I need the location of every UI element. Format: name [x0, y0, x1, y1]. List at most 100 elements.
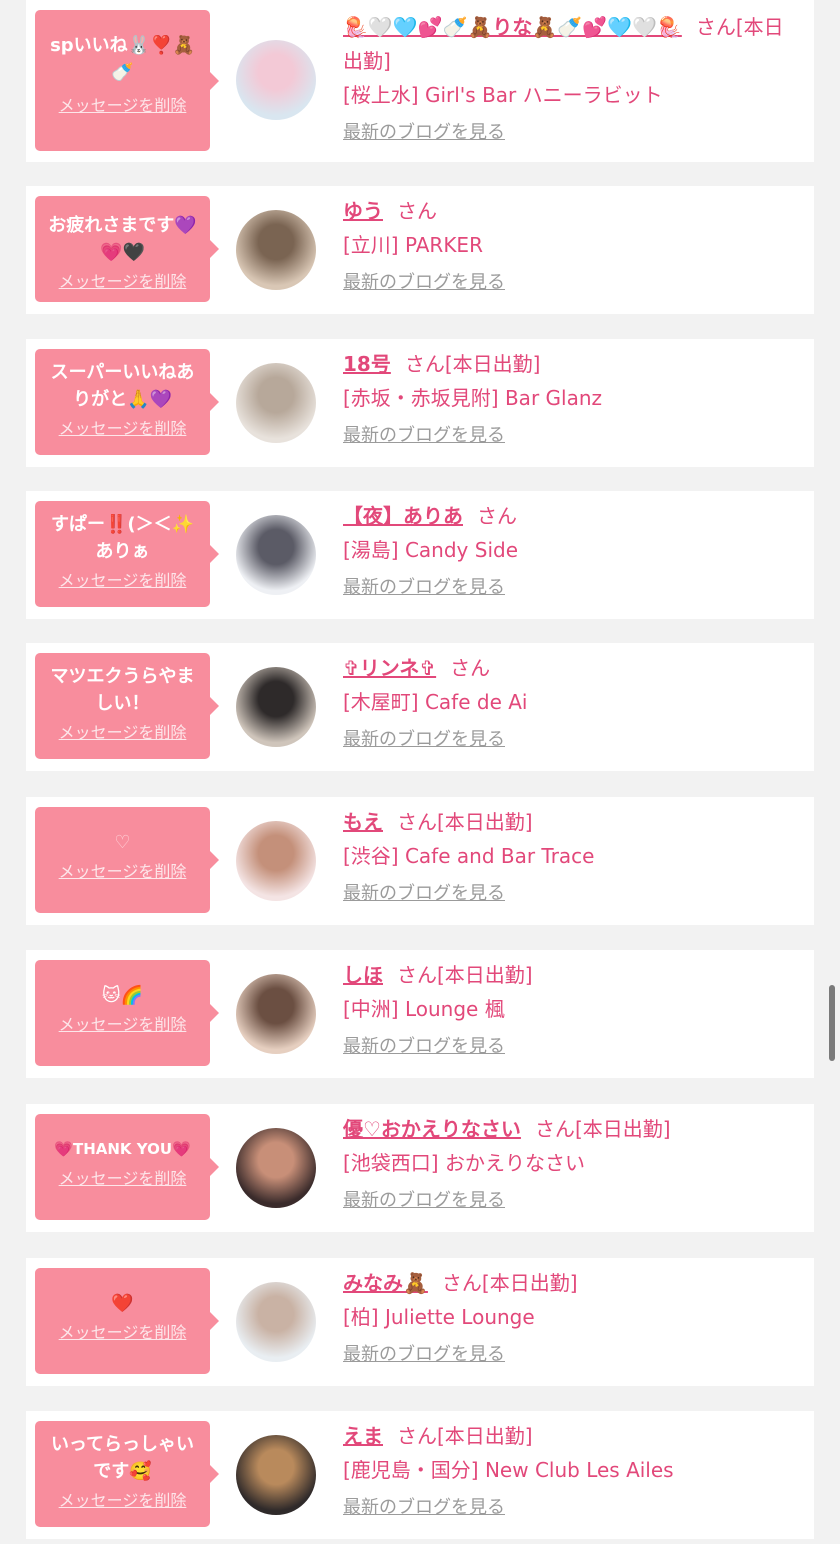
- cast-name-link[interactable]: 🪼🤍🩵💕🍼🧸りな🧸🍼💕🩵🤍🪼: [343, 15, 682, 39]
- message-bubble: ❤️ メッセージを削除: [35, 1268, 219, 1374]
- name-line: 🪼🤍🩵💕🍼🧸りな🧸🍼💕🩵🤍🪼 さん[本日出勤]: [343, 10, 802, 78]
- cast-name-link[interactable]: 優♡おかえりなさい: [343, 1117, 521, 1141]
- name-line: しほ さん[本日出勤]: [343, 958, 802, 992]
- cast-info: 🪼🤍🩵💕🍼🧸りな🧸🍼💕🩵🤍🪼 さん[本日出勤] [桜上水] Girl's Bar …: [343, 10, 802, 144]
- message-text: マツエクうらやましい！: [50, 666, 195, 714]
- latest-blog-link[interactable]: 最新のブログを見る: [343, 1340, 505, 1366]
- delete-message-link[interactable]: メッセージを削除: [59, 1011, 187, 1035]
- message-card: マツエクうらやましい！ メッセージを削除 ✞リンネ✞ さん [木屋町] Cafe …: [26, 643, 814, 771]
- today-badge: [本日出勤]: [481, 1271, 578, 1295]
- shop-name: [湯島] Candy Side: [343, 538, 518, 562]
- delete-message-link[interactable]: メッセージを削除: [59, 858, 187, 882]
- delete-message-link[interactable]: メッセージを削除: [59, 719, 187, 743]
- name-line: もえ さん[本日出勤]: [343, 805, 802, 839]
- message-bubble: スーパーいいねありがと🙏💜 メッセージを削除: [35, 349, 219, 455]
- avatar[interactable]: [236, 363, 316, 443]
- avatar[interactable]: [236, 1282, 316, 1362]
- cast-info: もえ さん[本日出勤] [渋谷] Cafe and Bar Trace 最新のブロ…: [343, 805, 802, 905]
- message-card: 💗THANK YOU💗 メッセージを削除 優♡おかえりなさい さん[本日出勤] […: [26, 1104, 814, 1232]
- honorific: さん: [695, 15, 736, 39]
- avatar[interactable]: [236, 974, 316, 1054]
- latest-blog-link[interactable]: 最新のブログを見る: [343, 1493, 505, 1519]
- cast-info: 【夜】ありあ さん [湯島] Candy Side 最新のブログを見る: [343, 499, 802, 599]
- shop-name: [渋谷] Cafe and Bar Trace: [343, 844, 595, 868]
- shop-name: [赤坂・赤坂見附] Bar Glanz: [343, 386, 603, 410]
- avatar[interactable]: [236, 515, 316, 595]
- honorific: さん: [397, 199, 437, 223]
- avatar[interactable]: [236, 210, 316, 290]
- latest-blog-link[interactable]: 最新のブログを見る: [343, 268, 505, 294]
- cast-name-link[interactable]: えま: [343, 1424, 383, 1448]
- cast-name-link[interactable]: もえ: [343, 810, 383, 834]
- message-text: すぱー‼️(＞＜✨ありぁ: [50, 514, 195, 562]
- message-text: スーパーいいねありがと🙏💜: [50, 362, 195, 410]
- message-text: ❤️: [111, 1293, 134, 1314]
- message-bubble: 🐱🌈 メッセージを削除: [35, 960, 219, 1066]
- cast-info: みなみ🧸 さん[本日出勤] [柏] Juliette Lounge 最新のブログを…: [343, 1266, 802, 1366]
- today-badge: [本日出勤]: [437, 1424, 533, 1448]
- message-card: ❤️ メッセージを削除 みなみ🧸 さん[本日出勤] [柏] Juliette Lo…: [26, 1258, 814, 1386]
- shop-name: [池袋西口] おかえりなさい: [343, 1151, 585, 1175]
- avatar[interactable]: [236, 1435, 316, 1515]
- name-line: ゆう さん: [343, 194, 802, 228]
- name-line: 18号 さん[本日出勤]: [343, 347, 802, 381]
- honorific: さん: [534, 1117, 575, 1141]
- cast-name-link[interactable]: しほ: [343, 963, 383, 987]
- scrollbar[interactable]: [829, 985, 835, 1061]
- message-bubble: マツエクうらやましい！ メッセージを削除: [35, 653, 219, 759]
- latest-blog-link[interactable]: 最新のブログを見る: [343, 1032, 505, 1058]
- name-line: 【夜】ありあ さん: [343, 499, 802, 533]
- message-text: ♡: [114, 832, 131, 853]
- latest-blog-link[interactable]: 最新のブログを見る: [343, 421, 505, 447]
- shop-name: [木屋町] Cafe de Ai: [343, 690, 528, 714]
- today-badge: [本日出勤]: [574, 1117, 671, 1141]
- message-card: すぱー‼️(＞＜✨ありぁ メッセージを削除 【夜】ありあ さん [湯島] Cand…: [26, 491, 814, 619]
- delete-message-link[interactable]: メッセージを削除: [59, 1165, 187, 1189]
- cast-info: ゆう さん [立川] PARKER 最新のブログを見る: [343, 194, 802, 294]
- latest-blog-link[interactable]: 最新のブログを見る: [343, 118, 505, 144]
- cast-name-link[interactable]: みなみ🧸: [343, 1271, 428, 1295]
- delete-message-link[interactable]: メッセージを削除: [59, 1487, 187, 1511]
- honorific: さん: [397, 963, 437, 987]
- delete-message-link[interactable]: メッセージを削除: [59, 415, 187, 439]
- today-badge: [本日出勤]: [444, 352, 541, 376]
- message-card: 🐱🌈 メッセージを削除 しほ さん[本日出勤] [中洲] Lounge 楓 最新の…: [26, 950, 814, 1078]
- name-line: えま さん[本日出勤]: [343, 1419, 802, 1453]
- latest-blog-link[interactable]: 最新のブログを見る: [343, 725, 505, 751]
- delete-message-link[interactable]: メッセージを削除: [59, 567, 187, 591]
- cast-info: しほ さん[本日出勤] [中洲] Lounge 楓 最新のブログを見る: [343, 958, 802, 1058]
- message-bubble: spいいね🐰❣️🧸🍼 メッセージを削除: [35, 10, 219, 151]
- today-badge: [本日出勤]: [437, 810, 533, 834]
- message-card: spいいね🐰❣️🧸🍼 メッセージを削除 🪼🤍🩵💕🍼🧸りな🧸🍼💕🩵🤍🪼 さん[本日出…: [26, 0, 814, 162]
- delete-message-link[interactable]: メッセージを削除: [59, 1319, 187, 1343]
- avatar[interactable]: [236, 40, 316, 120]
- cast-name-link[interactable]: 【夜】ありあ: [343, 504, 463, 528]
- cast-name-link[interactable]: 18号: [343, 352, 391, 376]
- shop-name: [立川] PARKER: [343, 233, 483, 257]
- latest-blog-link[interactable]: 最新のブログを見る: [343, 1186, 505, 1212]
- message-card: お疲れさまです💜💗🖤 メッセージを削除 ゆう さん [立川] PARKER 最新の…: [26, 186, 814, 314]
- avatar[interactable]: [236, 667, 316, 747]
- cast-name-link[interactable]: ✞リンネ✞: [343, 656, 436, 680]
- message-card: いってらっしゃいです🥰 メッセージを削除 えま さん[本日出勤] [鹿児島・国分]…: [26, 1411, 814, 1539]
- cast-info: ✞リンネ✞ さん [木屋町] Cafe de Ai 最新のブログを見る: [343, 651, 802, 751]
- avatar[interactable]: [236, 821, 316, 901]
- latest-blog-link[interactable]: 最新のブログを見る: [343, 573, 505, 599]
- message-text: spいいね🐰❣️🧸🍼: [50, 35, 195, 83]
- delete-message-link[interactable]: メッセージを削除: [59, 268, 187, 292]
- shop-name: [柏] Juliette Lounge: [343, 1305, 535, 1329]
- cast-info: えま さん[本日出勤] [鹿児島・国分] New Club Les Ailes 最…: [343, 1419, 802, 1519]
- avatar[interactable]: [236, 1128, 316, 1208]
- honorific: さん: [450, 656, 491, 680]
- message-text: お疲れさまです💜💗🖤: [48, 215, 197, 263]
- honorific: さん: [441, 1271, 482, 1295]
- delete-message-link[interactable]: メッセージを削除: [59, 92, 187, 116]
- latest-blog-link[interactable]: 最新のブログを見る: [343, 879, 505, 905]
- shop-name: [中洲] Lounge 楓: [343, 997, 505, 1021]
- cast-info: 優♡おかえりなさい さん[本日出勤] [池袋西口] おかえりなさい 最新のブログを…: [343, 1112, 802, 1212]
- message-card: ♡ メッセージを削除 もえ さん[本日出勤] [渋谷] Cafe and Bar …: [26, 797, 814, 925]
- message-card: スーパーいいねありがと🙏💜 メッセージを削除 18号 さん[本日出勤] [赤坂・赤…: [26, 339, 814, 467]
- shop-name: [鹿児島・国分] New Club Les Ailes: [343, 1458, 674, 1482]
- cast-name-link[interactable]: ゆう: [343, 199, 383, 223]
- message-text: 💗THANK YOU💗: [54, 1140, 191, 1158]
